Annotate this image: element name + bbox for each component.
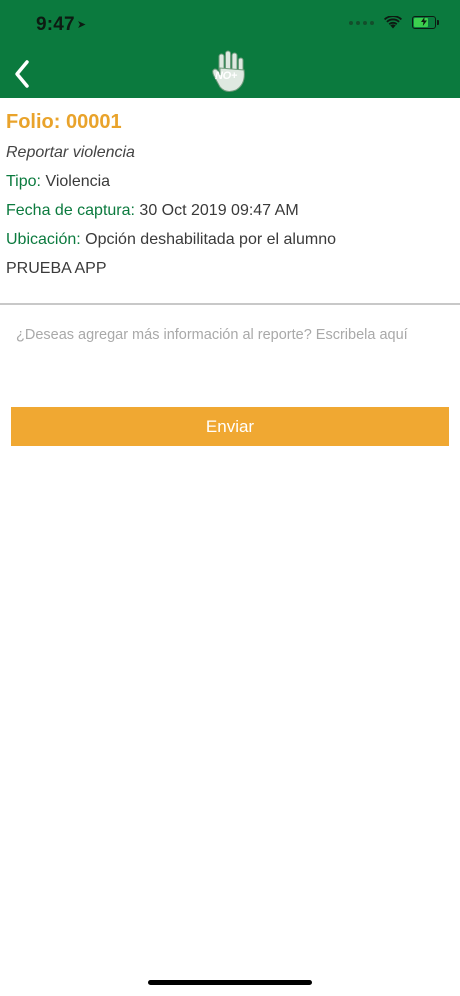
tipo-label: Tipo:	[6, 173, 41, 190]
section-divider	[0, 303, 460, 305]
app-header: 9:47 ➤ NO+	[0, 0, 460, 98]
location-arrow-icon: ➤	[76, 19, 87, 31]
report-description: PRUEBA APP	[6, 260, 107, 277]
ubicacion-label: Ubicación:	[6, 231, 81, 248]
folio-label: Folio:	[6, 111, 61, 133]
folio-heading: Folio: 00001	[6, 108, 454, 138]
ubicacion-value: Opción deshabilitada por el alumno	[85, 231, 336, 248]
ubicacion-row: Ubicación: Opción deshabilitada por el a…	[6, 225, 454, 254]
additional-info-input[interactable]	[16, 326, 436, 386]
charging-bolt-icon	[421, 17, 427, 26]
fecha-label: Fecha de captura:	[6, 202, 135, 219]
back-button[interactable]	[8, 54, 38, 92]
clock-time: 9:47	[36, 14, 75, 35]
battery-icon	[412, 16, 439, 29]
status-bar-time: 9:47 ➤	[36, 14, 86, 36]
fecha-value: 30 Oct 2019 09:47 AM	[139, 202, 299, 219]
report-title: Reportar violencia	[6, 144, 135, 161]
fecha-row: Fecha de captura: 30 Oct 2019 09:47 AM	[6, 196, 454, 225]
logo-text: NO+	[215, 70, 238, 82]
send-button[interactable]: Enviar	[11, 407, 449, 446]
status-bar-indicators	[349, 16, 439, 29]
chevron-left-icon	[15, 60, 29, 88]
report-details: Folio: 00001 Reportar violencia Tipo: Vi…	[6, 108, 454, 283]
wifi-icon	[384, 16, 402, 29]
tipo-value: Violencia	[45, 173, 111, 190]
folio-value: 00001	[66, 111, 122, 133]
home-indicator[interactable]	[148, 980, 312, 985]
tipo-row: Tipo: Violencia	[6, 167, 454, 196]
cellular-signal-icon	[349, 20, 374, 25]
